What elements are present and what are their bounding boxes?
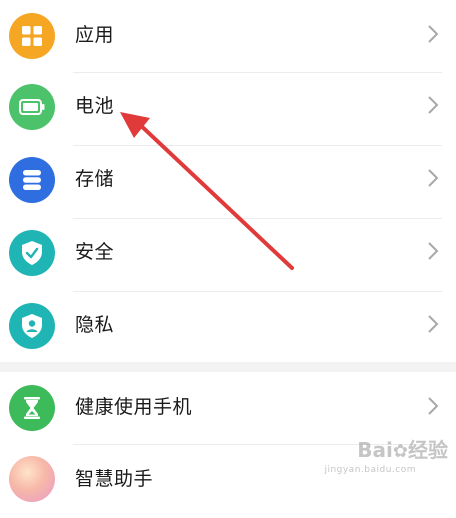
settings-item-label: 电池: [75, 95, 115, 117]
settings-item-storage[interactable]: 存储: [0, 146, 456, 219]
chevron-right-icon: [428, 169, 439, 187]
chevron-right-icon: [428, 397, 439, 415]
chevron-right-icon: [428, 315, 439, 333]
storage-icon: [9, 157, 55, 203]
settings-group-1: 应用 电池 存储 安全 隐私: [0, 0, 456, 362]
settings-item-label: 隐私: [75, 314, 115, 336]
settings-item-privacy[interactable]: 隐私: [0, 292, 456, 365]
privacy-shield-icon: [9, 303, 55, 349]
grid-icon: [9, 13, 55, 59]
watermark: Bai✿经验: [357, 438, 448, 462]
settings-item-label: 智慧助手: [75, 468, 154, 490]
watermark-sub: jingyan.baidu.com: [324, 465, 416, 475]
chevron-right-icon: [428, 96, 439, 114]
hourglass-icon: [9, 385, 55, 431]
shield-check-icon: [9, 230, 55, 276]
settings-item-battery[interactable]: 电池: [0, 73, 456, 146]
group-divider: [0, 362, 456, 372]
settings-item-apps[interactable]: 应用: [0, 0, 456, 73]
watermark-text-2: 经验: [408, 438, 448, 462]
assistant-icon: [9, 456, 55, 502]
settings-item-label: 应用: [75, 24, 115, 46]
battery-icon: [9, 84, 55, 130]
settings-item-label: 安全: [75, 241, 115, 263]
settings-item-label: 存储: [75, 168, 115, 190]
settings-item-security[interactable]: 安全: [0, 219, 456, 292]
chevron-right-icon: [428, 242, 439, 260]
watermark-text: Bai: [357, 438, 393, 462]
chevron-right-icon: [428, 25, 439, 43]
settings-item-label: 健康使用手机: [75, 396, 193, 418]
